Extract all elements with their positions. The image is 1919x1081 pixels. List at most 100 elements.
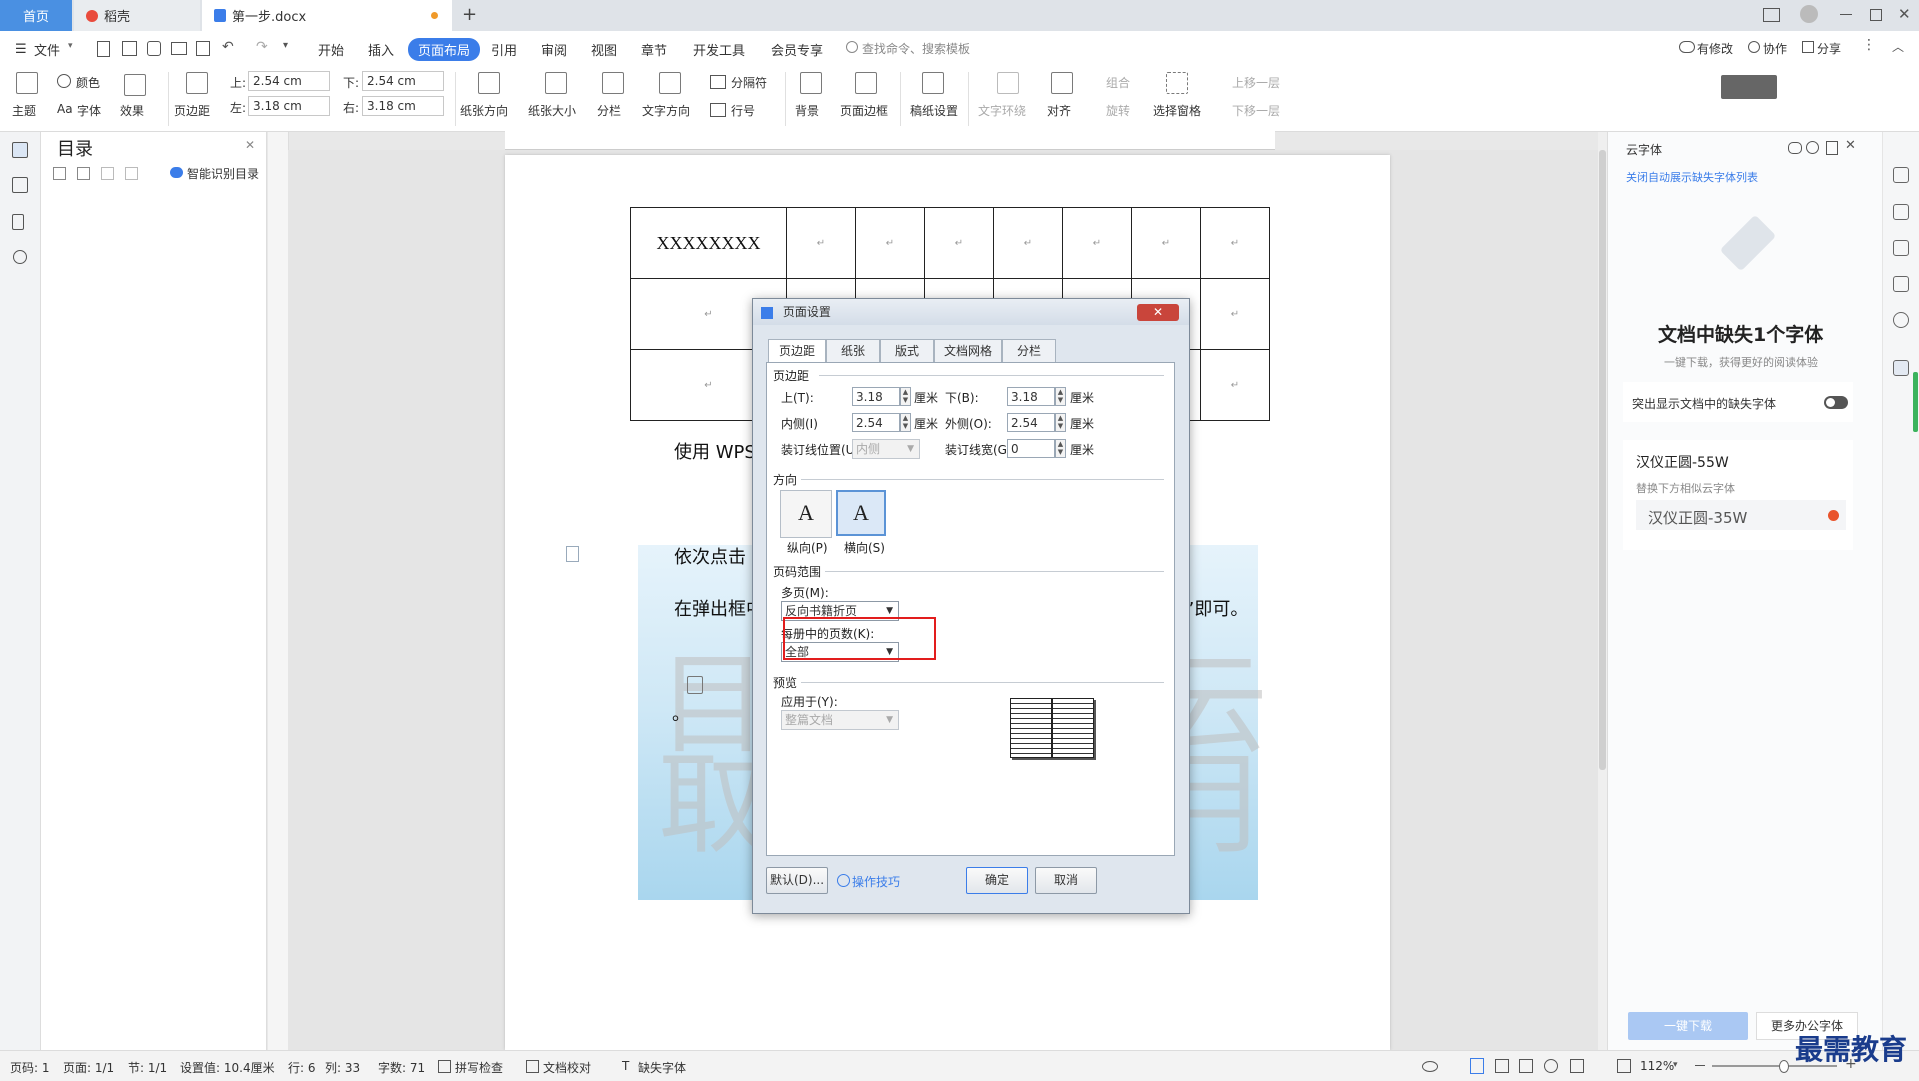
orientation-button[interactable]: 纸张方向: [460, 102, 508, 119]
text-font-icon[interactable]: [1893, 360, 1909, 376]
text-wrap-button[interactable]: 文字环绕: [978, 102, 1026, 119]
close-auto-list-link[interactable]: 关闭自动展示缺失字体列表: [1626, 169, 1758, 185]
pin-icon[interactable]: [1826, 141, 1838, 155]
menu-start[interactable]: 开始: [318, 40, 344, 59]
apply-to-select[interactable]: 整篇文档 ▼: [781, 710, 899, 730]
page-border-button[interactable]: 页面边框: [840, 102, 888, 119]
pen-icon[interactable]: [1893, 204, 1909, 220]
reading-view-icon[interactable]: [1519, 1059, 1533, 1073]
paragraph-handle-icon[interactable]: [566, 546, 579, 562]
modified-status[interactable]: 有修改: [1697, 40, 1733, 57]
search-icon[interactable]: [13, 250, 27, 264]
close-icon[interactable]: ✕: [1898, 5, 1911, 23]
print-icon[interactable]: [171, 42, 187, 55]
unit-label[interactable]: 厘米: [914, 389, 938, 406]
toc-icon[interactable]: [12, 142, 28, 158]
fit-page-icon[interactable]: [1617, 1059, 1631, 1073]
effect-icon[interactable]: [124, 74, 146, 96]
outline-view-icon[interactable]: [1495, 1059, 1509, 1073]
draft-paper-button[interactable]: 稿纸设置: [910, 102, 958, 119]
collapse-ribbon-icon[interactable]: ︿: [1892, 38, 1904, 55]
zoom-out-icon[interactable]: [1695, 1065, 1705, 1066]
background-icon[interactable]: [800, 72, 822, 94]
theme-button[interactable]: 主题: [12, 102, 36, 119]
paper-size-icon[interactable]: [545, 72, 567, 94]
minimize-icon[interactable]: [1840, 14, 1852, 15]
table-cell[interactable]: ↵: [1200, 278, 1270, 350]
unit-label[interactable]: 厘米: [1070, 389, 1094, 406]
selection-pane-icon[interactable]: [1166, 72, 1188, 94]
collapse-icon[interactable]: [77, 167, 90, 180]
smart-toc-button[interactable]: 智能识别目录: [187, 165, 259, 182]
send-backward-button[interactable]: 下移一层: [1232, 102, 1280, 119]
table-cell[interactable]: ↵: [786, 207, 856, 279]
left-margin-input[interactable]: 3.18 cm: [248, 96, 330, 116]
effect-button[interactable]: 效果: [120, 102, 144, 119]
page-border-icon[interactable]: [855, 72, 877, 94]
hamburger-icon[interactable]: ☰: [15, 42, 27, 57]
top-margin-stepper[interactable]: ▲ ▼: [900, 387, 911, 406]
document-paragraph[interactable]: ”即可。: [1185, 595, 1248, 621]
missing-font-button[interactable]: 缺失字体: [638, 1059, 686, 1076]
ok-button[interactable]: 确定: [966, 867, 1028, 894]
table-cell[interactable]: ↵: [993, 207, 1063, 279]
menu-view[interactable]: 视图: [591, 40, 617, 59]
table-cell[interactable]: ↵: [1131, 207, 1201, 279]
document-paragraph[interactable]: 在弹出框中: [674, 595, 764, 621]
column-info[interactable]: 列: 33: [325, 1059, 360, 1076]
settings-sliders-icon[interactable]: [1893, 276, 1909, 292]
doc-proof-button[interactable]: 文档校对: [543, 1059, 591, 1076]
print-preview-icon[interactable]: [196, 41, 210, 56]
avatar[interactable]: [1800, 5, 1818, 23]
background-button[interactable]: 背景: [795, 102, 819, 119]
scrollbar-thumb[interactable]: [1599, 150, 1606, 770]
table-cell[interactable]: ↵: [924, 207, 994, 279]
format-painter-icon[interactable]: [147, 41, 161, 56]
tab-paper[interactable]: 纸张: [826, 339, 880, 362]
gutter-position-select[interactable]: 内侧 ▼: [852, 439, 920, 459]
command-search-input[interactable]: 查找命令、搜索模板: [862, 40, 970, 57]
landscape-button[interactable]: A: [836, 490, 886, 536]
new-doc-icon[interactable]: [97, 41, 110, 57]
default-button[interactable]: 默认(D)...: [766, 867, 828, 894]
orientation-icon[interactable]: [478, 72, 500, 94]
tab-columns[interactable]: 分栏: [1002, 339, 1056, 362]
row-info[interactable]: 行: 6: [288, 1059, 316, 1076]
text-direction-button[interactable]: 文字方向: [642, 102, 690, 119]
chat-icon[interactable]: [1788, 142, 1802, 154]
page-number[interactable]: 页码: 1: [10, 1059, 50, 1076]
dialog-close-button[interactable]: ✕: [1137, 304, 1179, 321]
align-icon[interactable]: [1051, 72, 1073, 94]
portrait-label[interactable]: 纵向(P): [787, 539, 828, 556]
section-info[interactable]: 节: 1/1: [128, 1059, 167, 1076]
align-button[interactable]: 对齐: [1047, 102, 1071, 119]
outer-margin-field[interactable]: 2.54: [1007, 413, 1055, 432]
zoom-slider-knob[interactable]: [1779, 1060, 1789, 1073]
tool-icon[interactable]: [1893, 167, 1909, 183]
right-margin-input[interactable]: 3.18 cm: [362, 96, 444, 116]
margin-icon[interactable]: [186, 72, 208, 94]
expand-icon[interactable]: [53, 167, 66, 180]
close-icon[interactable]: ✕: [245, 138, 255, 152]
table-cell[interactable]: ↵: [1200, 207, 1270, 279]
tab-doc-grid[interactable]: 文档网格: [934, 339, 1002, 362]
gutter-width-field[interactable]: 0: [1007, 439, 1055, 458]
tab-daoke[interactable]: 稻壳: [74, 0, 200, 31]
selection-pane-button[interactable]: 选择窗格: [1153, 102, 1201, 119]
group-button[interactable]: 组合: [1106, 74, 1130, 91]
unit-label[interactable]: 厘米: [1070, 415, 1094, 432]
tab-document[interactable]: 第一步.docx: [202, 0, 452, 31]
top-margin-input[interactable]: 2.54 cm: [248, 71, 330, 91]
unit-label[interactable]: 厘米: [914, 415, 938, 432]
remove-icon[interactable]: [125, 167, 138, 180]
bookmark-icon[interactable]: [12, 214, 24, 230]
bottom-margin-input[interactable]: 2.54 cm: [362, 71, 444, 91]
page-view-icon[interactable]: [1470, 1058, 1484, 1074]
menu-developer[interactable]: 开发工具: [693, 40, 745, 59]
paper-size-button[interactable]: 纸张大小: [528, 102, 576, 119]
landscape-label[interactable]: 横向(S): [844, 539, 885, 556]
chevron-down-icon[interactable]: ▾: [1673, 1060, 1678, 1070]
web-view-icon[interactable]: [1544, 1059, 1558, 1073]
font-button[interactable]: 字体: [77, 102, 101, 119]
table-cell[interactable]: ↵: [855, 207, 925, 279]
